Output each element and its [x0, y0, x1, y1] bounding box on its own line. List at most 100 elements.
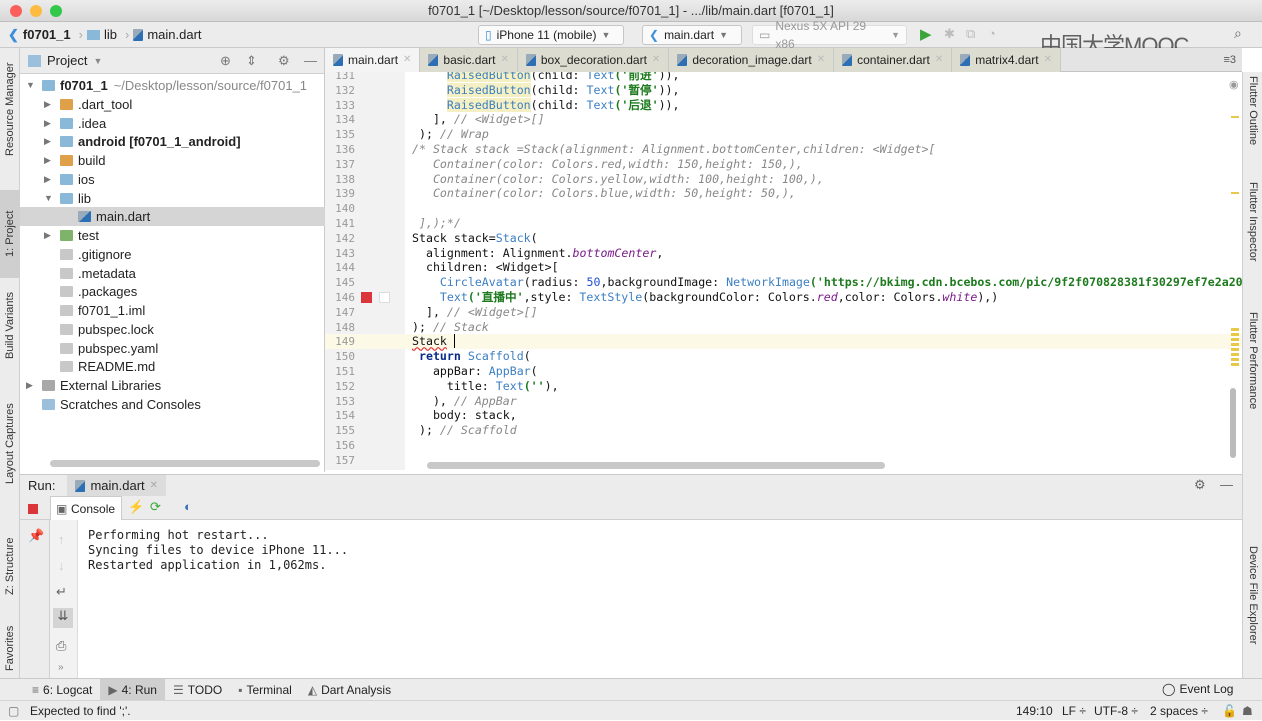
code-editor[interactable]: 131 RaisedButton(child: Text('前进')), 132 … — [325, 72, 1242, 470]
code-line[interactable]: 143 alignment: Alignment.bottomCenter, — [325, 246, 1242, 261]
tabs-overflow-button[interactable]: ≡3 — [1217, 48, 1242, 71]
stop-icon[interactable] — [28, 504, 38, 514]
profile-icon[interactable]: ◔ — [988, 26, 996, 41]
hide-icon[interactable]: — — [304, 53, 317, 68]
project-horizontal-scrollbar[interactable] — [50, 460, 320, 467]
run-config-selector[interactable]: ❮ main.dart ▼ — [642, 25, 742, 45]
tool-tab-layout-captures[interactable]: Layout Captures — [0, 394, 20, 494]
run-icon[interactable]: ▶ — [920, 25, 932, 43]
code-line[interactable]: 151 appBar: AppBar( — [325, 364, 1242, 379]
tool-tab-structure[interactable]: Z: Structure — [0, 524, 20, 608]
code-line[interactable]: 153 ), // AppBar — [325, 394, 1242, 409]
close-tab-icon[interactable]: ✕ — [817, 48, 825, 72]
emulator-selector[interactable]: ▭ Nexus 5X API 29 x86 ▼ — [752, 19, 907, 51]
warning-marker[interactable] — [1231, 192, 1239, 194]
breadcrumb-project[interactable]: f0701_1 — [23, 27, 71, 42]
editor-vertical-scrollbar[interactable] — [1230, 388, 1236, 458]
tree-item[interactable]: ▶ .idea — [20, 114, 325, 133]
attach-icon[interactable]: ⧉ — [966, 26, 975, 42]
down-arrow-icon[interactable]: ↓ — [58, 558, 65, 573]
tree-item[interactable]: main.dart — [20, 207, 325, 227]
tree-item[interactable]: ▶ .dart_tool — [20, 95, 325, 114]
gear-icon[interactable]: ⚙ — [278, 53, 290, 69]
status-toggle-icon[interactable]: ▢ — [8, 701, 19, 721]
console-output[interactable]: Performing hot restart... Syncing files t… — [78, 520, 1242, 678]
tab-matrix4-dart[interactable]: matrix4.dart ✕ — [952, 48, 1061, 72]
tree-item[interactable]: ▼ lib — [20, 189, 325, 208]
breadcrumb-lib[interactable]: lib — [104, 27, 117, 42]
code-line[interactable]: 132 RaisedButton(child: Text('暂停')), — [325, 82, 1242, 98]
tree-item[interactable]: ▼ f0701_1 ~/Desktop/lesson/source/f0701_1 — [20, 76, 325, 95]
run-config-tab[interactable]: main.dart ✕ — [67, 474, 167, 497]
code-line[interactable]: 146 Text('直播中',style: TextStyle(backgrou… — [325, 290, 1242, 305]
event-log-button[interactable]: ◯ Event Log — [1162, 682, 1233, 696]
inspector-icon[interactable]: ☗ — [1242, 701, 1253, 721]
tab-container-dart[interactable]: container.dart ✕ — [834, 48, 953, 72]
tree-item[interactable]: Scratches and Consoles — [20, 395, 325, 414]
code-line[interactable]: 141 ],);*/ — [325, 216, 1242, 231]
warning-marker[interactable] — [1231, 116, 1239, 118]
project-view-selector[interactable]: Project — [47, 53, 87, 68]
tree-item[interactable]: f0701_1.iml — [20, 301, 325, 320]
line-separator[interactable]: LF ÷ — [1062, 701, 1086, 721]
locate-icon[interactable]: ⊕ — [220, 53, 231, 69]
hot-reload-icon[interactable]: ⚡ — [128, 499, 144, 515]
tool-tab-flutter-performance[interactable]: Flutter Performance — [1243, 312, 1262, 432]
scroll-to-end-icon[interactable]: ⇊ — [53, 608, 73, 628]
tree-item[interactable]: README.md — [20, 357, 325, 376]
bottom-tab-todo[interactable]: ☰ TODO — [165, 679, 230, 701]
code-line[interactable]: 148); // Stack — [325, 320, 1242, 335]
tree-item[interactable]: pubspec.lock — [20, 320, 325, 339]
bottom-tab-dart-analysis[interactable]: ◭ Dart Analysis — [300, 679, 399, 701]
close-tab-icon[interactable]: ✕ — [500, 48, 508, 72]
collapsed-arrow-icon[interactable]: ▶ — [44, 226, 51, 245]
close-tab-icon[interactable]: ✕ — [403, 48, 411, 72]
code-line[interactable]: 137 Container(color: Colors.red,width: 1… — [325, 157, 1242, 172]
bottom-tab-terminal[interactable]: ▪ Terminal — [230, 679, 300, 701]
tree-item[interactable]: ▶ build — [20, 151, 325, 170]
lock-icon[interactable]: 🔓 — [1222, 701, 1237, 721]
tree-item[interactable]: .packages — [20, 282, 325, 301]
code-line[interactable]: 144 children: <Widget>[ — [325, 260, 1242, 275]
tab-box_decoration-dart[interactable]: box_decoration.dart ✕ — [517, 48, 670, 72]
tab-decoration_image-dart[interactable]: decoration_image.dart ✕ — [669, 48, 835, 72]
collapsed-arrow-icon[interactable]: ▶ — [44, 132, 51, 151]
zoom-window-button[interactable] — [50, 5, 62, 17]
code-line[interactable]: 150 return Scaffold( — [325, 349, 1242, 364]
soft-wrap-icon[interactable]: ↵ — [56, 584, 67, 600]
code-line[interactable]: 134 ], // <Widget>[] — [325, 112, 1242, 127]
print-icon[interactable]: ⎙ — [56, 638, 66, 654]
code-line[interactable]: 140 — [325, 201, 1242, 216]
hot-restart-icon[interactable]: ⟳ — [150, 499, 161, 515]
inspection-eye-icon[interactable]: ◉ — [1229, 78, 1239, 91]
collapsed-arrow-icon[interactable]: ▶ — [26, 376, 33, 395]
tree-item[interactable]: .metadata — [20, 264, 325, 283]
breakpoint-icon[interactable] — [361, 292, 372, 303]
tab-main-dart[interactable]: main.dart ✕ — [325, 48, 421, 72]
tree-item[interactable]: ▶ External Libraries — [20, 376, 325, 395]
code-line[interactable]: 135 ); // Wrap — [325, 127, 1242, 142]
code-line[interactable]: 145 CircleAvatar(radius: 50,backgroundIm… — [325, 275, 1242, 290]
pin-icon[interactable]: 📌 — [28, 528, 44, 544]
device-selector[interactable]: ▯ iPhone 11 (mobile) ▼ — [478, 25, 624, 45]
code-line[interactable]: 142 Stack stack=Stack( — [325, 231, 1242, 246]
search-icon[interactable]: ⌕ — [1234, 25, 1242, 42]
tree-item[interactable]: pubspec.yaml — [20, 339, 325, 358]
collapsed-arrow-icon[interactable]: ▶ — [44, 114, 51, 133]
devtools-icon[interactable]: ◐ — [184, 499, 192, 514]
code-line[interactable]: 155 ); // Scaffold — [325, 423, 1242, 438]
tree-item[interactable]: ▶ ios — [20, 170, 325, 189]
breadcrumb-file[interactable]: main.dart — [147, 27, 201, 42]
tree-item[interactable]: ▶ android [f0701_1_android] — [20, 132, 325, 151]
collapsed-arrow-icon[interactable]: ▶ — [44, 170, 51, 189]
tool-tab-resource-manager[interactable]: Resource Manager — [0, 54, 20, 164]
close-icon[interactable]: ✕ — [150, 475, 158, 497]
close-tab-icon[interactable]: ✕ — [935, 48, 943, 72]
tool-tab-flutter-inspector[interactable]: Flutter Inspector — [1243, 182, 1262, 282]
cursor-position[interactable]: 149:10 — [1016, 701, 1053, 721]
bottom-tab-logcat[interactable]: ≡ 6: Logcat — [24, 679, 100, 701]
debug-icon[interactable]: ✱ — [944, 26, 955, 42]
tool-tab-device-file-explorer[interactable]: Device File Explorer — [1243, 546, 1262, 670]
code-line[interactable]: 152 title: Text(''), — [325, 379, 1242, 394]
bottom-tab-run[interactable]: ▶ 4: Run — [100, 678, 165, 701]
